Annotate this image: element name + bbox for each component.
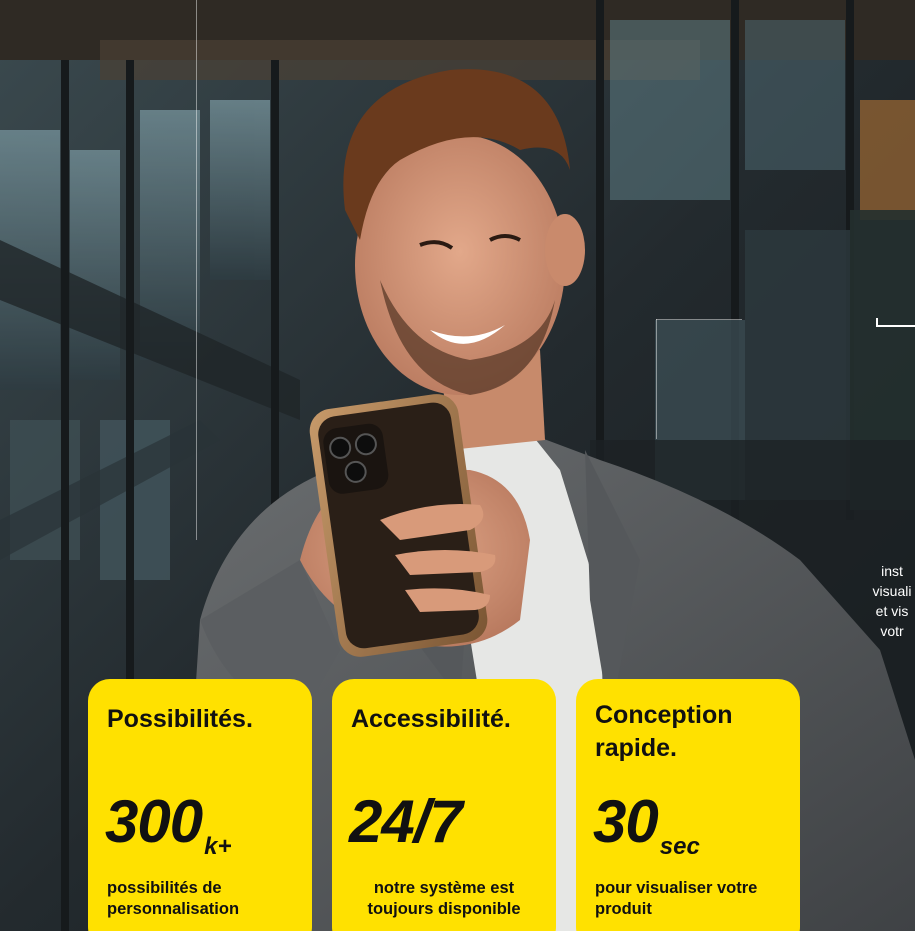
side-text-line: votr — [880, 623, 904, 639]
guide-line-horizontal — [656, 319, 742, 320]
feature-card-accessibility: Accessibilité. 24/7 notre système est to… — [332, 679, 556, 931]
card-stat: 300k+ — [105, 787, 231, 870]
hero-section: inst visuali et vis votr Possibilités. 3… — [0, 0, 915, 931]
guide-line-vertical — [196, 0, 197, 540]
stat-value: 30 — [593, 788, 659, 855]
card-description: possibilités de personnalisation — [107, 879, 240, 918]
card-title: Possibilités. — [107, 705, 253, 733]
card-title: Accessibilité. — [351, 705, 511, 733]
card-stat: 24/7 — [349, 787, 464, 870]
side-text-line: inst — [881, 563, 903, 579]
side-text-line: visuali — [872, 583, 912, 599]
feature-card-fast-design: Conception rapide. 30sec pour visualiser… — [576, 679, 800, 931]
stat-unit: k+ — [204, 833, 232, 860]
card-description: pour visualiser votre produit — [595, 879, 758, 918]
truncated-side-text: inst visuali et vis votr — [862, 561, 915, 641]
stat-value: 300 — [105, 788, 203, 855]
card-title: Conception rapide. — [595, 701, 733, 762]
side-text-line: et vis — [875, 603, 909, 619]
feature-card-possibilities: Possibilités. 300k+ possibilités de pers… — [88, 679, 312, 931]
guide-line-vertical-2 — [656, 319, 657, 439]
stat-value: 24/7 — [349, 788, 463, 855]
card-stat: 30sec — [593, 787, 700, 870]
card-description: notre système est toujours disponible — [367, 879, 521, 918]
stat-unit: sec — [659, 833, 700, 860]
